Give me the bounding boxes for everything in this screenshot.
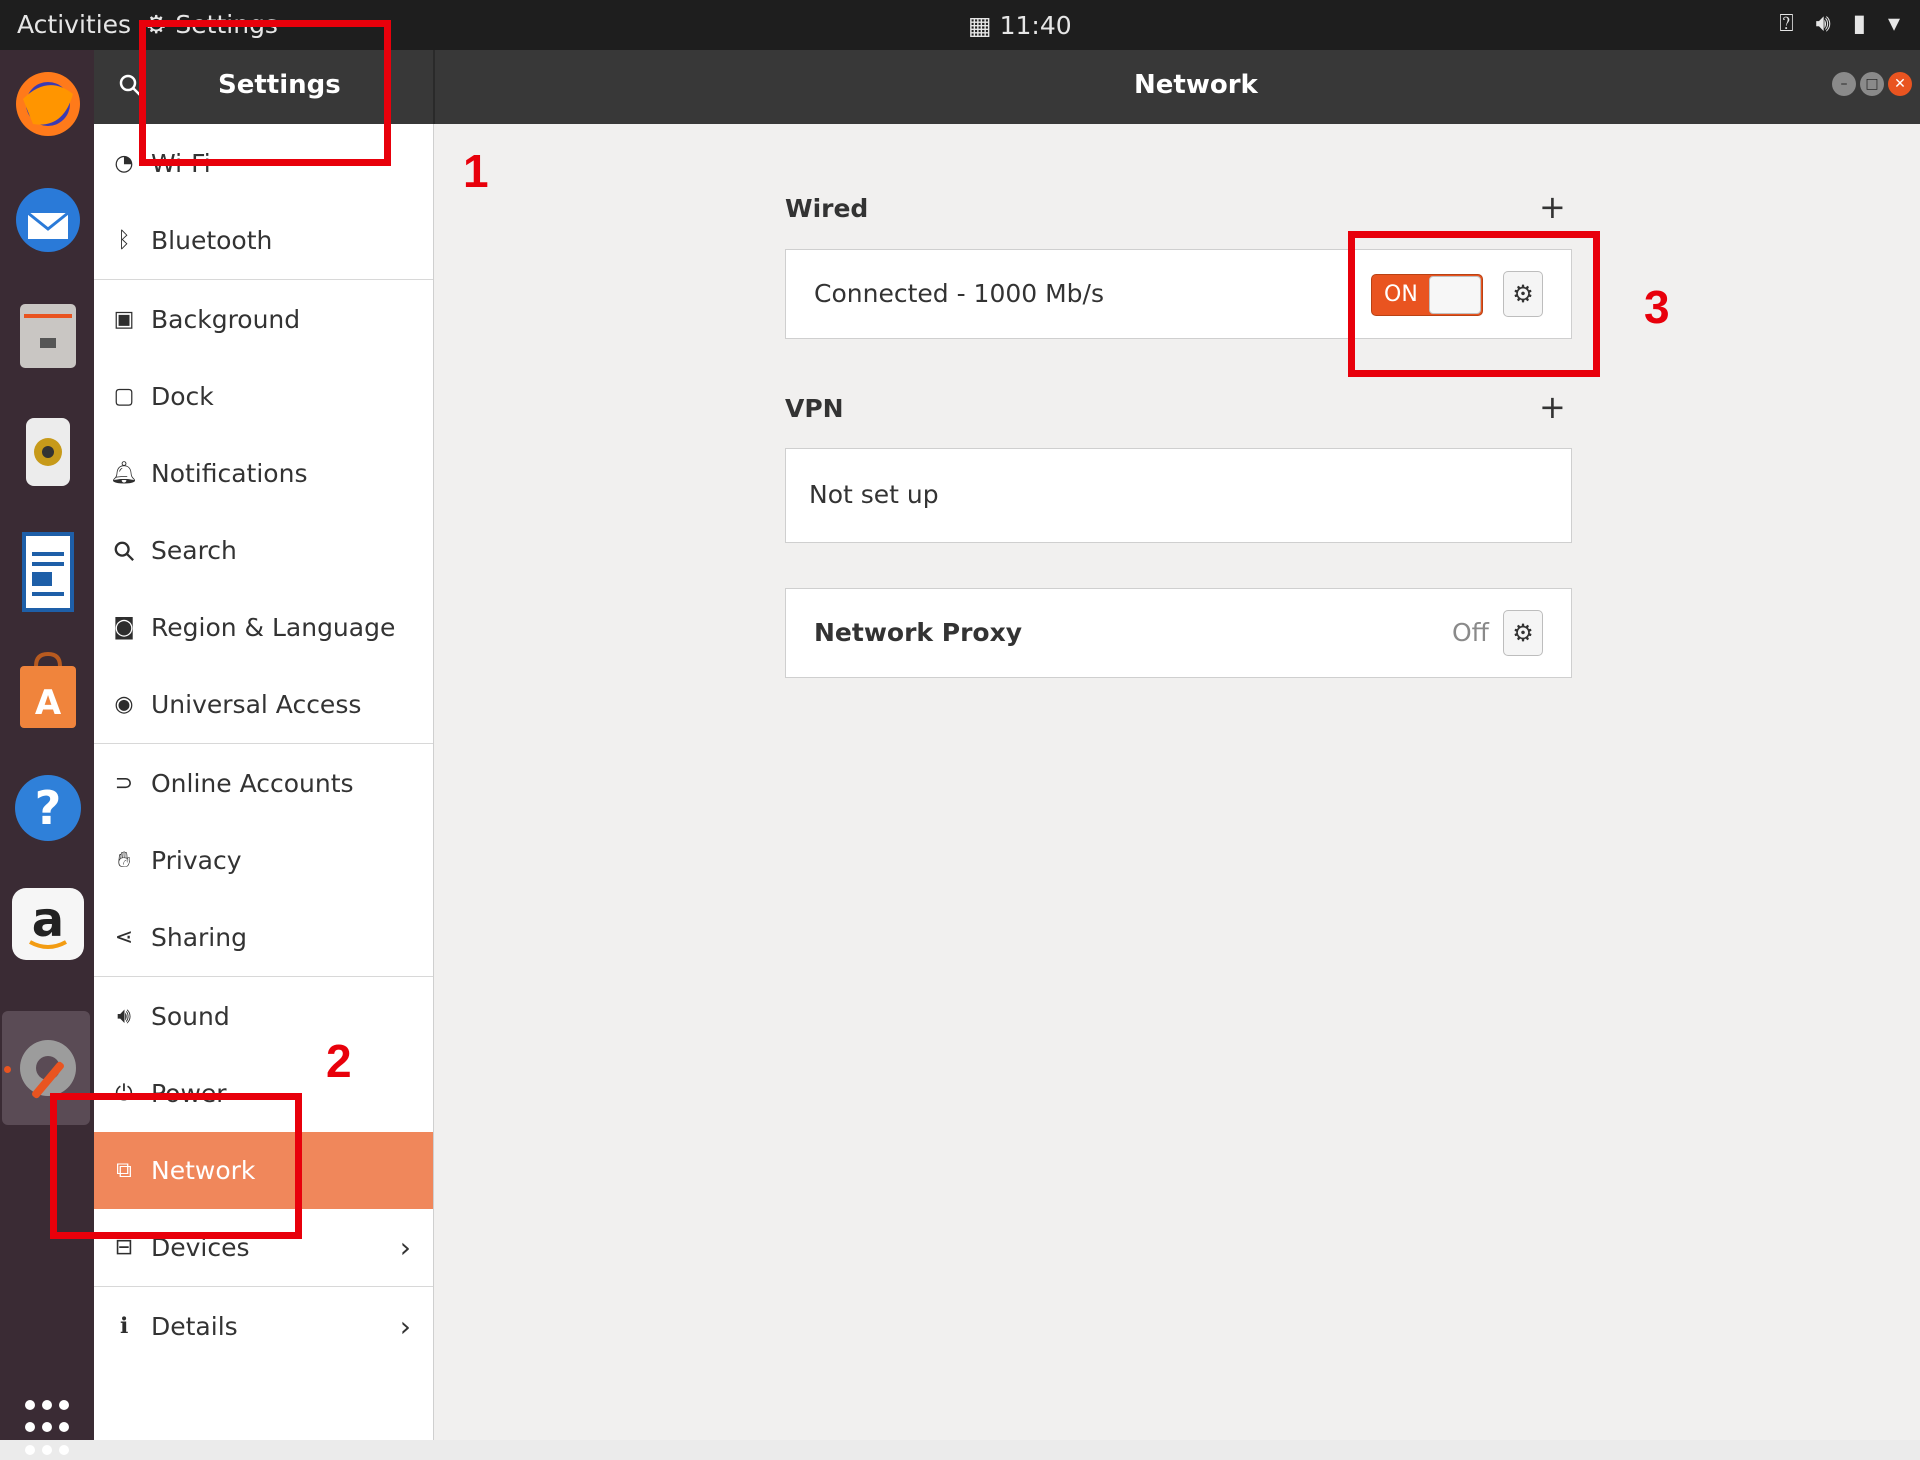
sidebar-item-sound[interactable]: 🔊︎ Sound: [94, 978, 433, 1055]
clock-time: 11:40: [999, 11, 1072, 40]
sidebar-item-label: Privacy: [151, 846, 242, 875]
region-icon: ◙: [113, 615, 135, 640]
sidebar-item-label: Sharing: [151, 923, 247, 952]
sidebar-item-label: Universal Access: [151, 690, 362, 719]
sidebar-divider: [94, 279, 433, 280]
dock-icon: ▢: [113, 384, 135, 409]
chevron-right-icon: ›: [399, 1231, 411, 1264]
annotation-number-1: 1: [463, 145, 489, 197]
sidebar-item-background[interactable]: ▣ Background: [94, 281, 433, 358]
accessibility-icon: ◉: [114, 692, 134, 717]
firefox-icon[interactable]: [12, 68, 84, 140]
rhythmbox-icon[interactable]: [12, 416, 84, 488]
hand-icon: ✋︎: [117, 848, 131, 873]
background-icon: ▣: [113, 307, 135, 332]
page-title: Network: [1134, 70, 1258, 100]
network-proxy-row[interactable]: Network Proxy Off ⚙: [785, 588, 1572, 678]
sidebar-item-label: Background: [151, 305, 301, 334]
volume-icon: 🔊︎: [1815, 9, 1831, 37]
share-icon: ⋖: [114, 925, 134, 950]
system-tray[interactable]: ⍰ 🔊︎ ▮ ▾: [1779, 9, 1900, 37]
network-proxy-settings-button[interactable]: ⚙: [1503, 610, 1543, 656]
sidebar-item-notifications[interactable]: 🔔︎ Notifications: [94, 435, 433, 512]
chevron-right-icon: ›: [399, 1310, 411, 1343]
wired-section-title: Wired: [785, 194, 869, 223]
calendar-icon: ▦: [968, 11, 992, 40]
sidebar-item-sharing[interactable]: ⋖ Sharing: [94, 899, 433, 976]
annotation-box-3: [1348, 231, 1600, 377]
sidebar-item-label: Notifications: [151, 459, 308, 488]
battery-icon: ▮: [1852, 9, 1866, 37]
sidebar-item-region-language[interactable]: ◙ Region & Language: [94, 589, 433, 666]
online-accounts-icon: ⊃: [114, 771, 134, 796]
help-icon[interactable]: ?: [12, 772, 84, 844]
sidebar-item-label: Region & Language: [151, 613, 396, 642]
info-icon: ℹ: [119, 1314, 129, 1339]
vpn-row: Not set up: [785, 448, 1572, 543]
bell-icon: 🔔︎: [110, 461, 138, 486]
search-icon: [110, 537, 138, 565]
titlebar-divider: [433, 50, 435, 124]
sidebar-divider: [94, 976, 433, 977]
annotation-box-2: [50, 1093, 302, 1239]
minimize-button[interactable]: –: [1832, 72, 1856, 96]
amazon-icon[interactable]: a: [12, 888, 84, 960]
show-applications-button[interactable]: [25, 1400, 69, 1460]
sidebar-item-label: Online Accounts: [151, 769, 354, 798]
window-controls: – □ ✕: [1832, 72, 1912, 96]
gear-icon: ⚙: [1512, 619, 1534, 647]
sidebar-item-label: Sound: [151, 1002, 230, 1031]
network-proxy-state: Off: [1452, 618, 1489, 647]
dock-running-indicator: [4, 1066, 11, 1073]
bluetooth-icon: ᛒ: [117, 228, 131, 253]
svg-text:A: A: [35, 683, 62, 723]
sidebar-item-label: Bluetooth: [151, 226, 273, 255]
sidebar-item-label: Search: [151, 536, 237, 565]
software-center-icon[interactable]: A: [12, 652, 84, 728]
sidebar-divider: [94, 1286, 433, 1287]
sidebar-item-privacy[interactable]: ✋︎ Privacy: [94, 822, 433, 899]
maximize-button[interactable]: □: [1860, 72, 1884, 96]
sidebar-divider: [94, 743, 433, 744]
clock[interactable]: ▦ 11:40: [968, 11, 1072, 40]
thunderbird-icon[interactable]: [12, 184, 84, 256]
add-vpn-button[interactable]: +: [1539, 388, 1566, 426]
sidebar-item-label: Dock: [151, 382, 214, 411]
vpn-section-title: VPN: [785, 394, 844, 423]
annotation-number-2: 2: [326, 1035, 352, 1087]
annotation-box-1: [139, 20, 391, 166]
wired-status: Connected - 1000 Mb/s: [814, 279, 1104, 308]
close-button[interactable]: ✕: [1888, 72, 1912, 96]
activities-button[interactable]: Activities: [17, 10, 131, 39]
files-icon[interactable]: [12, 300, 84, 372]
sidebar-item-online-accounts[interactable]: ⊃ Online Accounts: [94, 745, 433, 822]
sidebar-item-bluetooth[interactable]: ᛒ Bluetooth: [94, 202, 433, 279]
settings-sidebar: ◔ Wi-Fi ᛒ Bluetooth ▣ Background ▢ Dock …: [94, 124, 434, 1440]
sidebar-item-details[interactable]: ℹ Details ›: [94, 1288, 433, 1365]
chevron-down-icon: ▾: [1887, 9, 1900, 37]
libreoffice-writer-icon[interactable]: [12, 532, 84, 612]
sidebar-item-label: Details: [151, 1312, 238, 1341]
svg-text:?: ?: [35, 781, 62, 835]
speaker-icon: 🔊︎: [117, 1004, 131, 1029]
annotation-number-3: 3: [1644, 281, 1670, 333]
sidebar-item-universal-access[interactable]: ◉ Universal Access: [94, 666, 433, 743]
svg-text:a: a: [32, 892, 64, 948]
network-proxy-label: Network Proxy: [814, 618, 1023, 647]
sidebar-item-dock[interactable]: ▢ Dock: [94, 358, 433, 435]
network-panel: Wired + Connected - 1000 Mb/s ON ⚙ VPN +…: [434, 124, 1920, 1440]
vpn-status: Not set up: [809, 480, 939, 509]
network-status-icon: ⍰: [1779, 9, 1794, 37]
wifi-icon: ◔: [114, 151, 134, 176]
sidebar-item-search[interactable]: Search: [94, 512, 433, 589]
add-wired-button[interactable]: +: [1539, 188, 1566, 226]
